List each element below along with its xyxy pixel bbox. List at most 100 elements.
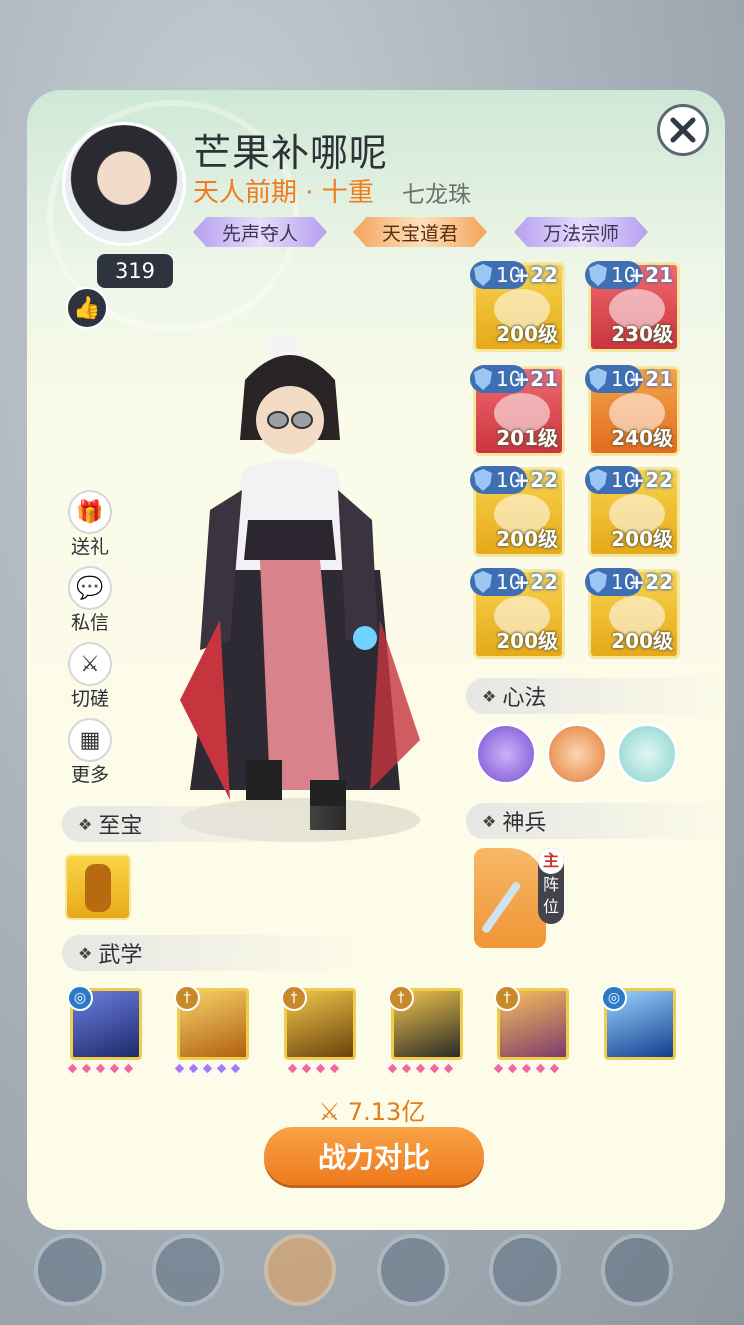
enhance-level: +22 xyxy=(513,263,558,287)
xinfa-slot-1[interactable] xyxy=(475,723,537,785)
section-title: 至宝 xyxy=(98,814,143,839)
divine-weapon-slot[interactable] xyxy=(474,848,546,948)
player-rank: 天人前期 · 十重 xyxy=(193,178,374,208)
crossed-swords-icon: ⚔ xyxy=(318,1098,341,1126)
equipment-slot-6[interactable]: 10 +22 200级 xyxy=(585,466,680,557)
gem-icon xyxy=(214,1061,229,1076)
gem-icon xyxy=(93,1061,108,1076)
position-label: 阵位 xyxy=(542,875,559,916)
nav-icon-5 xyxy=(489,1234,561,1306)
shield-icon xyxy=(474,368,492,390)
equipment-slot-1[interactable]: 10 +22 200级 xyxy=(470,261,565,352)
combat-power-value: 7.13亿 xyxy=(347,1098,426,1126)
martial-skill-6[interactable]: ◎ xyxy=(601,985,676,1060)
spear-icon xyxy=(480,880,522,935)
gem-icon xyxy=(519,1061,534,1076)
enhance-level: +21 xyxy=(513,367,558,391)
treasure-slot[interactable] xyxy=(65,854,131,920)
more-button[interactable]: ▦ 更多 xyxy=(66,718,114,787)
player-name: 芒果补哪呢 xyxy=(193,131,389,175)
shield-icon xyxy=(474,264,492,286)
martial-skill-5[interactable]: † xyxy=(494,985,569,1060)
more-grid-icon: ▦ xyxy=(68,718,112,762)
skill-gems-1 xyxy=(65,1061,136,1076)
enhance-level: +22 xyxy=(628,468,673,492)
shield-icon xyxy=(474,469,492,491)
item-level: 200级 xyxy=(496,322,558,346)
skill-gems-3 xyxy=(285,1061,342,1076)
section-title: 神兵 xyxy=(502,811,547,836)
compare-power-button[interactable]: 战力对比 xyxy=(264,1127,484,1185)
martial-skill-3[interactable]: † xyxy=(281,985,356,1060)
section-title: 武学 xyxy=(98,943,143,968)
gem-icon xyxy=(327,1061,342,1076)
section-header-wuxue: ❖ 武学 xyxy=(62,935,358,971)
item-level: 200级 xyxy=(611,527,673,551)
nav-icon-2 xyxy=(152,1234,224,1306)
nav-icon-3 xyxy=(264,1234,336,1306)
xinfa-slot-3[interactable] xyxy=(616,723,678,785)
gem-icon xyxy=(228,1061,243,1076)
gem-icon xyxy=(313,1061,328,1076)
gem-icon xyxy=(533,1061,548,1076)
title-badge-3[interactable]: 万法宗师 xyxy=(514,217,648,247)
title-badge-1[interactable]: 先声夺人 xyxy=(193,217,327,247)
gem-icon xyxy=(547,1061,562,1076)
combat-power: ⚔ 7.13亿 xyxy=(0,1092,744,1127)
character-model[interactable] xyxy=(150,320,460,860)
equipment-slot-2[interactable]: 10 +21 230级 xyxy=(585,261,680,352)
enhance-level: +21 xyxy=(628,263,673,287)
item-level: 230级 xyxy=(611,322,673,346)
player-guild: 七龙珠 xyxy=(402,182,471,208)
thumbs-up-icon[interactable]: 👍 xyxy=(66,287,108,329)
diamond-icon: ❖ xyxy=(482,686,497,706)
duel-label: 切磋 xyxy=(70,688,109,710)
equipment-slot-8[interactable]: 10 +22 200级 xyxy=(585,568,680,659)
sword-type-icon: † xyxy=(174,985,200,1011)
item-level: 200级 xyxy=(496,629,558,653)
gem-icon xyxy=(399,1061,414,1076)
martial-skill-1[interactable]: ◎ xyxy=(67,985,142,1060)
xinfa-slot-2[interactable] xyxy=(546,723,608,785)
main-mark: 主 xyxy=(538,848,564,874)
skill-gems-2 xyxy=(172,1061,243,1076)
bottom-navigation-blurred xyxy=(0,1228,744,1325)
diamond-icon: ❖ xyxy=(78,814,93,834)
equipment-slot-5[interactable]: 10 +22 200级 xyxy=(470,466,565,557)
equipment-slot-4[interactable]: 10 +21 240级 xyxy=(585,365,680,456)
skill-gems-4 xyxy=(385,1061,456,1076)
avatar[interactable] xyxy=(62,122,186,246)
message-button[interactable]: 💬 私信 xyxy=(66,566,114,635)
shield-icon xyxy=(589,571,607,593)
section-header-zhibao: ❖ 至宝 xyxy=(62,806,358,842)
gem-icon xyxy=(65,1061,80,1076)
enhance-level: +22 xyxy=(513,468,558,492)
gift-button[interactable]: 🎁 送礼 xyxy=(66,490,114,559)
equipment-slot-3[interactable]: 10 +21 201级 xyxy=(470,365,565,456)
title-badge-2[interactable]: 天宝道君 xyxy=(353,217,487,247)
chat-icon: 💬 xyxy=(68,566,112,610)
gem-icon xyxy=(385,1061,400,1076)
formation-position-tag: 主 阵位 xyxy=(538,848,564,924)
nav-icon-4 xyxy=(377,1234,449,1306)
close-button[interactable] xyxy=(657,104,709,156)
martial-skill-4[interactable]: † xyxy=(388,985,463,1060)
equipment-slot-7[interactable]: 10 +22 200级 xyxy=(470,568,565,659)
item-level: 240级 xyxy=(611,426,673,450)
shield-icon xyxy=(474,571,492,593)
crossed-swords-icon: ⚔ xyxy=(68,642,112,686)
item-level: 201级 xyxy=(496,426,558,450)
gem-icon xyxy=(491,1061,506,1076)
gem-icon xyxy=(413,1061,428,1076)
nav-icon-1 xyxy=(34,1234,106,1306)
duel-button[interactable]: ⚔ 切磋 xyxy=(66,642,114,711)
enhance-level: +22 xyxy=(628,570,673,594)
martial-skill-2[interactable]: † xyxy=(174,985,249,1060)
section-header-xinfa: ❖ 心法 xyxy=(466,678,732,714)
gem-icon xyxy=(441,1061,456,1076)
shield-icon xyxy=(589,469,607,491)
treasure-bell-icon xyxy=(85,864,111,912)
more-label: 更多 xyxy=(70,764,109,786)
diamond-icon: ❖ xyxy=(78,943,93,963)
sword-type-icon: † xyxy=(281,985,307,1011)
